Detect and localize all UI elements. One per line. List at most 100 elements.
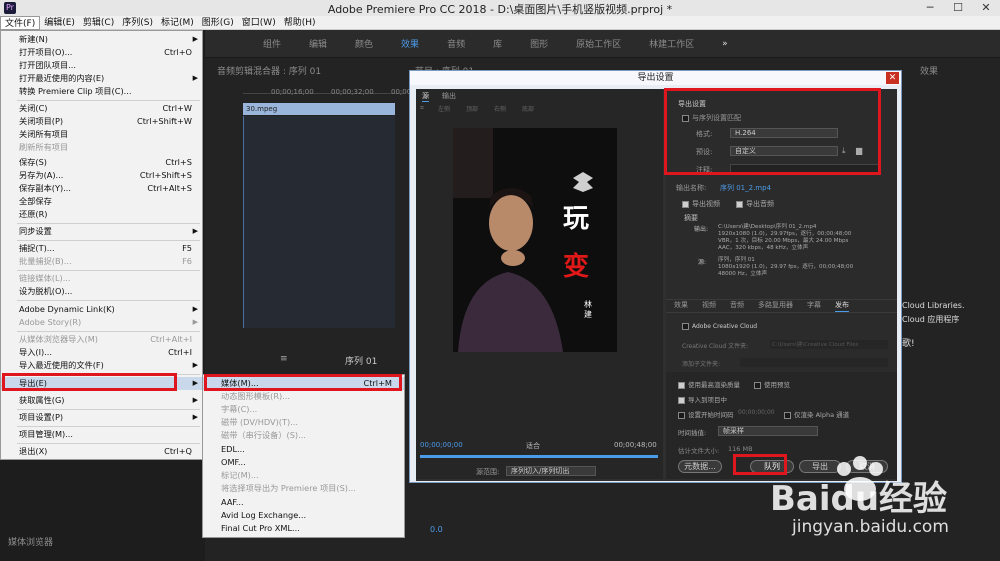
menu-item-save-copy[interactable]: 保存副本(Y)... Ctrl+Alt+S <box>1 182 202 195</box>
tab-video[interactable]: 视频 <box>702 300 716 312</box>
menu-item-save[interactable]: 保存(S) Ctrl+S <box>1 156 202 169</box>
max-render-quality-checkbox[interactable]: 使用最高渲染质量 <box>678 379 740 389</box>
menu-item-save-all[interactable]: 全部保存 <box>1 195 202 208</box>
submenu-item-aaf[interactable]: AAF... <box>203 496 404 509</box>
baidu-brand-text: Baidu经验 <box>770 479 948 519</box>
tab-audio[interactable]: 音频 <box>730 300 744 312</box>
tab-source[interactable]: 源 <box>422 91 429 102</box>
submenu-item-edl[interactable]: EDL... <box>203 443 404 456</box>
menu-clip[interactable]: 剪辑(C) <box>79 16 118 30</box>
menu-item-sync-settings[interactable]: 同步设置 ▶ <box>1 225 202 238</box>
menu-item-open-recent[interactable]: 打开最近使用的内容(E) ▶ <box>1 72 202 85</box>
dialog-close-icon[interactable]: ✕ <box>886 72 899 84</box>
workspace-assembly[interactable]: 组件 <box>249 37 295 50</box>
sequence-tab[interactable]: 序列 01 <box>345 354 377 367</box>
import-into-project-checkbox[interactable]: 导入到项目中 <box>678 394 727 404</box>
menu-item-make-offline[interactable]: 设为脱机(O)... <box>1 285 202 298</box>
crop-left: 左侧 <box>438 106 451 113</box>
menu-file[interactable]: 文件(F) <box>0 16 41 30</box>
title-bar: Pr Adobe Premiere Pro CC 2018 - D:\桌面图片\… <box>0 0 1000 16</box>
time-ruler[interactable] <box>243 86 403 94</box>
render-alpha-checkbox[interactable]: 仅渲染 Alpha 通道 <box>784 409 849 419</box>
cc-subfolder-input[interactable] <box>740 358 888 367</box>
menu-window[interactable]: 窗口(W) <box>238 16 280 30</box>
menu-item-get-properties[interactable]: 获取属性(G) ▶ <box>1 394 202 407</box>
submenu-item-fcp-xml[interactable]: Final Cut Pro XML... <box>203 522 404 535</box>
crop-bottom: 底部 <box>522 106 535 113</box>
submenu-item-captions: 字幕(C)... <box>221 404 258 414</box>
submenu-arrow-icon: ▶ <box>192 318 198 326</box>
submenu-arrow-icon: ▶ <box>192 396 198 404</box>
time-interp-select[interactable]: 帧采样 <box>718 426 818 436</box>
menu-markers[interactable]: 标记(M) <box>157 16 198 30</box>
workspace-more-icon[interactable]: » <box>708 39 742 49</box>
menu-item-capture[interactable]: 捕捉(T)... F5 <box>1 242 202 255</box>
menu-item-open-team-project[interactable]: 打开团队项目... <box>1 59 202 72</box>
use-previews-checkbox[interactable]: 使用预览 <box>754 379 790 389</box>
menu-item-import-recent[interactable]: 导入最近使用的文件(F) ▶ <box>1 359 202 372</box>
metadata-button[interactable]: 元数据... <box>678 460 722 473</box>
timeline-scrubber[interactable] <box>420 455 658 458</box>
media-highlight-box <box>204 374 402 391</box>
menu-item-open-project[interactable]: 打开项目(O)... Ctrl+O <box>1 46 202 59</box>
maximize-icon[interactable]: ☐ <box>944 0 972 16</box>
panel-menu-icon[interactable]: ≡ <box>280 354 288 364</box>
workspace-editing[interactable]: 编辑 <box>295 37 341 50</box>
menu-item-project-manager[interactable]: 项目管理(M)... <box>1 428 202 441</box>
preview-pane: 源 输出 ⌗ 左侧 顶部 右侧 底部 玩 变 林建 00;00;00;00 适合… <box>416 89 663 479</box>
cc-checkbox[interactable]: Adobe Creative Cloud <box>682 323 757 330</box>
summary-source-label: 源: <box>698 259 707 266</box>
submenu-item-avid-log[interactable]: Avid Log Exchange... <box>203 509 404 522</box>
workspace-libraries[interactable]: 库 <box>479 37 516 50</box>
output-name-link[interactable]: 序列 01_2.mp4 <box>720 183 771 193</box>
export-video-checkbox[interactable]: 导出视频 <box>682 199 720 209</box>
tab-publish[interactable]: 发布 <box>835 300 849 312</box>
menu-item-save-as[interactable]: 另存为(A)... Ctrl+Shift+S <box>1 169 202 182</box>
menu-sequence[interactable]: 序列(S) <box>118 16 157 30</box>
clip-bar[interactable]: 30.mpeg <box>243 103 395 115</box>
menu-item-new[interactable]: 新建(N) ▶ <box>1 33 202 46</box>
menu-help[interactable]: 帮助(H) <box>280 16 320 30</box>
menu-item-dynamic-link[interactable]: Adobe Dynamic Link(K) ▶ <box>1 303 202 316</box>
workspace-custom[interactable]: 林建工作区 <box>635 37 708 50</box>
menu-item-close-all[interactable]: 关闭所有项目 <box>1 128 202 141</box>
menu-separator <box>17 426 200 427</box>
submenu-arrow-icon: ▶ <box>192 413 198 421</box>
submenu-item-tape-dv: 磁带 (DV/HDV)(T)... <box>221 417 299 427</box>
audio-mixer-title: 音频剪辑混合器 : 序列 01 <box>217 67 322 77</box>
menu-graphics[interactable]: 图形(G) <box>198 16 238 30</box>
tab-multiplexer[interactable]: 多路复用器 <box>758 300 793 312</box>
menu-item-import[interactable]: 导入(I)... Ctrl+I <box>1 346 202 359</box>
tab-effects[interactable]: 效果 <box>674 300 688 312</box>
workspace-effects[interactable]: 效果 <box>387 37 433 50</box>
menu-item-close[interactable]: 关闭(C) Ctrl+W <box>1 102 202 115</box>
workspace-audio[interactable]: 音频 <box>433 37 479 50</box>
menu-item-project-settings[interactable]: 项目设置(P) ▶ <box>1 411 202 424</box>
summary-output-label: 输出: <box>694 226 709 233</box>
workspace-color[interactable]: 颜色 <box>341 37 387 50</box>
menu-edit[interactable]: 编辑(E) <box>40 16 79 30</box>
close-icon[interactable]: ✕ <box>972 0 1000 16</box>
clip-track-area[interactable] <box>243 116 395 328</box>
crop-icon[interactable]: ⌗ <box>420 104 424 113</box>
minimize-icon[interactable]: ─ <box>916 0 944 16</box>
baidu-watermark: Baidu经验 jingyan.baidu.com <box>770 455 1000 561</box>
tab-captions[interactable]: 字幕 <box>807 300 821 312</box>
export-audio-checkbox[interactable]: 导出音频 <box>736 199 774 209</box>
media-browser-tab[interactable]: 媒体浏览器 <box>8 535 53 548</box>
workspace-original[interactable]: 原始工作区 <box>562 37 635 50</box>
workspace-graphics[interactable]: 图形 <box>516 37 562 50</box>
menu-item-exit[interactable]: 退出(X) Ctrl+Q <box>1 445 202 458</box>
start-timecode-value[interactable]: 00;00;00;00 <box>738 409 775 416</box>
menu-item-revert[interactable]: 还原(R) <box>1 208 202 221</box>
summary-label: 摘要 <box>684 214 698 222</box>
fit-dropdown[interactable]: 适合 <box>526 441 540 451</box>
cc-folder-input[interactable]: C:\Users\建\Creative Cloud Files <box>770 340 888 349</box>
submenu-item-omf[interactable]: OMF... <box>203 456 404 469</box>
source-range-select[interactable]: 序列切入/序列切出 <box>506 466 596 476</box>
set-start-timecode-checkbox[interactable]: 设置开始时间码 <box>678 409 734 419</box>
tab-output[interactable]: 输出 <box>442 91 456 101</box>
menu-item-convert-clip[interactable]: 转换 Premiere Clip 项目(C)... <box>1 85 202 98</box>
submenu-arrow-icon: ▶ <box>192 35 198 43</box>
menu-item-close-project[interactable]: 关闭项目(P) Ctrl+Shift+W <box>1 115 202 128</box>
